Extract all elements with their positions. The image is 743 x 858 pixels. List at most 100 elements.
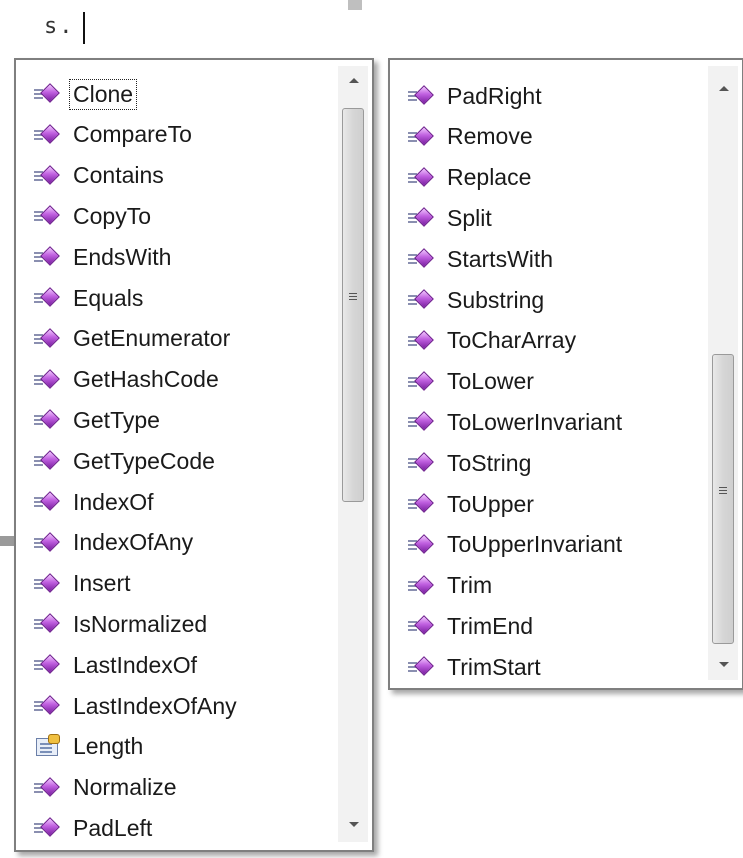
method-icon <box>34 408 70 432</box>
completion-item[interactable]: Substring <box>390 282 680 318</box>
completion-item[interactable]: IndexOfAny <box>16 525 306 561</box>
completion-item-label: IndexOf <box>73 488 154 515</box>
method-icon <box>34 612 70 636</box>
completion-item-label: ToLowerInvariant <box>447 408 623 435</box>
completion-item[interactable]: ToUpperInvariant <box>390 527 680 563</box>
completion-item[interactable]: Clone <box>16 76 306 112</box>
completion-item-label: ToLower <box>447 368 534 395</box>
method-icon <box>408 125 444 149</box>
completion-item-label: TrimEnd <box>447 612 534 639</box>
completion-item-label: TrimStart <box>447 653 541 680</box>
scroll-down-arrow-icon[interactable] <box>338 810 368 840</box>
completion-list-popup-scrolled[interactable]: PadRight Remove Replace Split StartsWith Subs… <box>388 58 743 690</box>
method-icon <box>34 286 70 310</box>
completion-item[interactable]: ToLower <box>390 364 680 400</box>
completion-item[interactable]: Remove <box>390 119 680 155</box>
method-icon <box>408 410 444 434</box>
completion-item[interactable]: PadLeft <box>16 810 306 846</box>
method-icon <box>34 490 70 514</box>
completion-item-label: IsNormalized <box>73 610 208 637</box>
completion-item-label: Substring <box>447 286 545 313</box>
background-edge <box>0 536 14 546</box>
method-icon <box>408 329 444 353</box>
method-icon <box>408 451 444 475</box>
method-icon <box>34 82 70 106</box>
completion-item[interactable]: Equals <box>16 280 306 316</box>
text-caret <box>83 12 85 44</box>
completion-item-label: Split <box>447 204 492 231</box>
completion-item-label: Insert <box>73 570 131 597</box>
completion-item[interactable]: TrimEnd <box>390 608 680 644</box>
completion-item[interactable]: PadRight <box>390 78 680 114</box>
completion-item[interactable]: Insert <box>16 566 306 602</box>
completion-item[interactable]: ToUpper <box>390 486 680 522</box>
completion-item[interactable]: Trim <box>390 568 680 604</box>
completion-item-label: Trim <box>447 572 493 599</box>
completion-item-label: Remove <box>447 123 533 150</box>
completion-item-label: ToUpperInvariant <box>447 531 623 558</box>
method-icon <box>408 370 444 394</box>
code-editor-line[interactable]: s. <box>0 0 400 50</box>
completion-item[interactable]: TrimStart <box>390 649 680 685</box>
method-icon <box>34 816 70 840</box>
completion-item[interactable]: Normalize <box>16 770 306 806</box>
completion-item-label: GetEnumerator <box>73 325 231 352</box>
completion-item[interactable]: Contains <box>16 158 306 194</box>
completion-item[interactable]: CompareTo <box>16 117 306 153</box>
method-icon <box>34 694 70 718</box>
completion-item[interactable]: CopyTo <box>16 198 306 234</box>
completion-item-label: Normalize <box>73 774 177 801</box>
method-icon <box>408 166 444 190</box>
completion-item[interactable]: GetEnumerator <box>16 321 306 357</box>
completion-item[interactable]: LastIndexOfAny <box>16 688 306 724</box>
completion-item[interactable]: GetTypeCode <box>16 443 306 479</box>
method-icon <box>34 776 70 800</box>
completion-item-label: IndexOfAny <box>73 529 194 556</box>
completion-item[interactable]: Replace <box>390 160 680 196</box>
scroll-thumb[interactable] <box>342 108 364 502</box>
method-icon <box>34 572 70 596</box>
vertical-scrollbar[interactable] <box>708 66 738 680</box>
completion-item-label: ToCharArray <box>447 327 577 354</box>
completion-item[interactable]: Split <box>390 200 680 236</box>
completion-item[interactable]: IndexOf <box>16 484 306 520</box>
method-icon <box>34 164 70 188</box>
completion-item[interactable]: ToString <box>390 445 680 481</box>
scroll-up-arrow-icon[interactable] <box>338 66 368 96</box>
completion-item-label: Contains <box>73 162 164 189</box>
method-icon <box>408 288 444 312</box>
grip-icon <box>349 293 357 302</box>
method-icon <box>408 574 444 598</box>
vertical-scrollbar[interactable] <box>338 66 368 842</box>
method-icon <box>408 206 444 230</box>
completion-item-label: ToString <box>447 449 532 476</box>
completion-item[interactable]: EndsWith <box>16 239 306 275</box>
completion-item-label: GetType <box>73 406 160 433</box>
completion-item[interactable]: ToLowerInvariant <box>390 404 680 440</box>
scroll-up-arrow-icon[interactable] <box>708 74 738 104</box>
method-icon <box>408 492 444 516</box>
method-icon <box>34 368 70 392</box>
completion-item[interactable]: GetType <box>16 402 306 438</box>
completion-list-popup-top[interactable]: Clone CompareTo Contains CopyTo EndsWith Equa… <box>14 58 374 852</box>
completion-item[interactable]: ToCharArray <box>390 323 680 359</box>
property-icon <box>34 733 70 759</box>
method-icon <box>408 655 444 679</box>
completion-item-label: GetTypeCode <box>73 447 215 474</box>
method-icon <box>34 531 70 555</box>
completion-item[interactable]: Length <box>16 729 306 765</box>
completion-item-label: EndsWith <box>73 243 172 270</box>
completion-item[interactable]: StartsWith <box>390 241 680 277</box>
scroll-down-arrow-icon[interactable] <box>708 650 738 680</box>
completion-item-label: CopyTo <box>73 202 151 229</box>
completion-item[interactable]: IsNormalized <box>16 606 306 642</box>
completion-item[interactable]: GetHashCode <box>16 362 306 398</box>
method-icon <box>34 653 70 677</box>
completion-item[interactable]: LastIndexOf <box>16 647 306 683</box>
method-icon <box>408 614 444 638</box>
scroll-thumb[interactable] <box>712 354 734 644</box>
completion-item-label: GetHashCode <box>73 366 219 393</box>
method-icon <box>34 204 70 228</box>
completion-item-label: Replace <box>447 164 532 191</box>
background-edge <box>348 0 362 10</box>
